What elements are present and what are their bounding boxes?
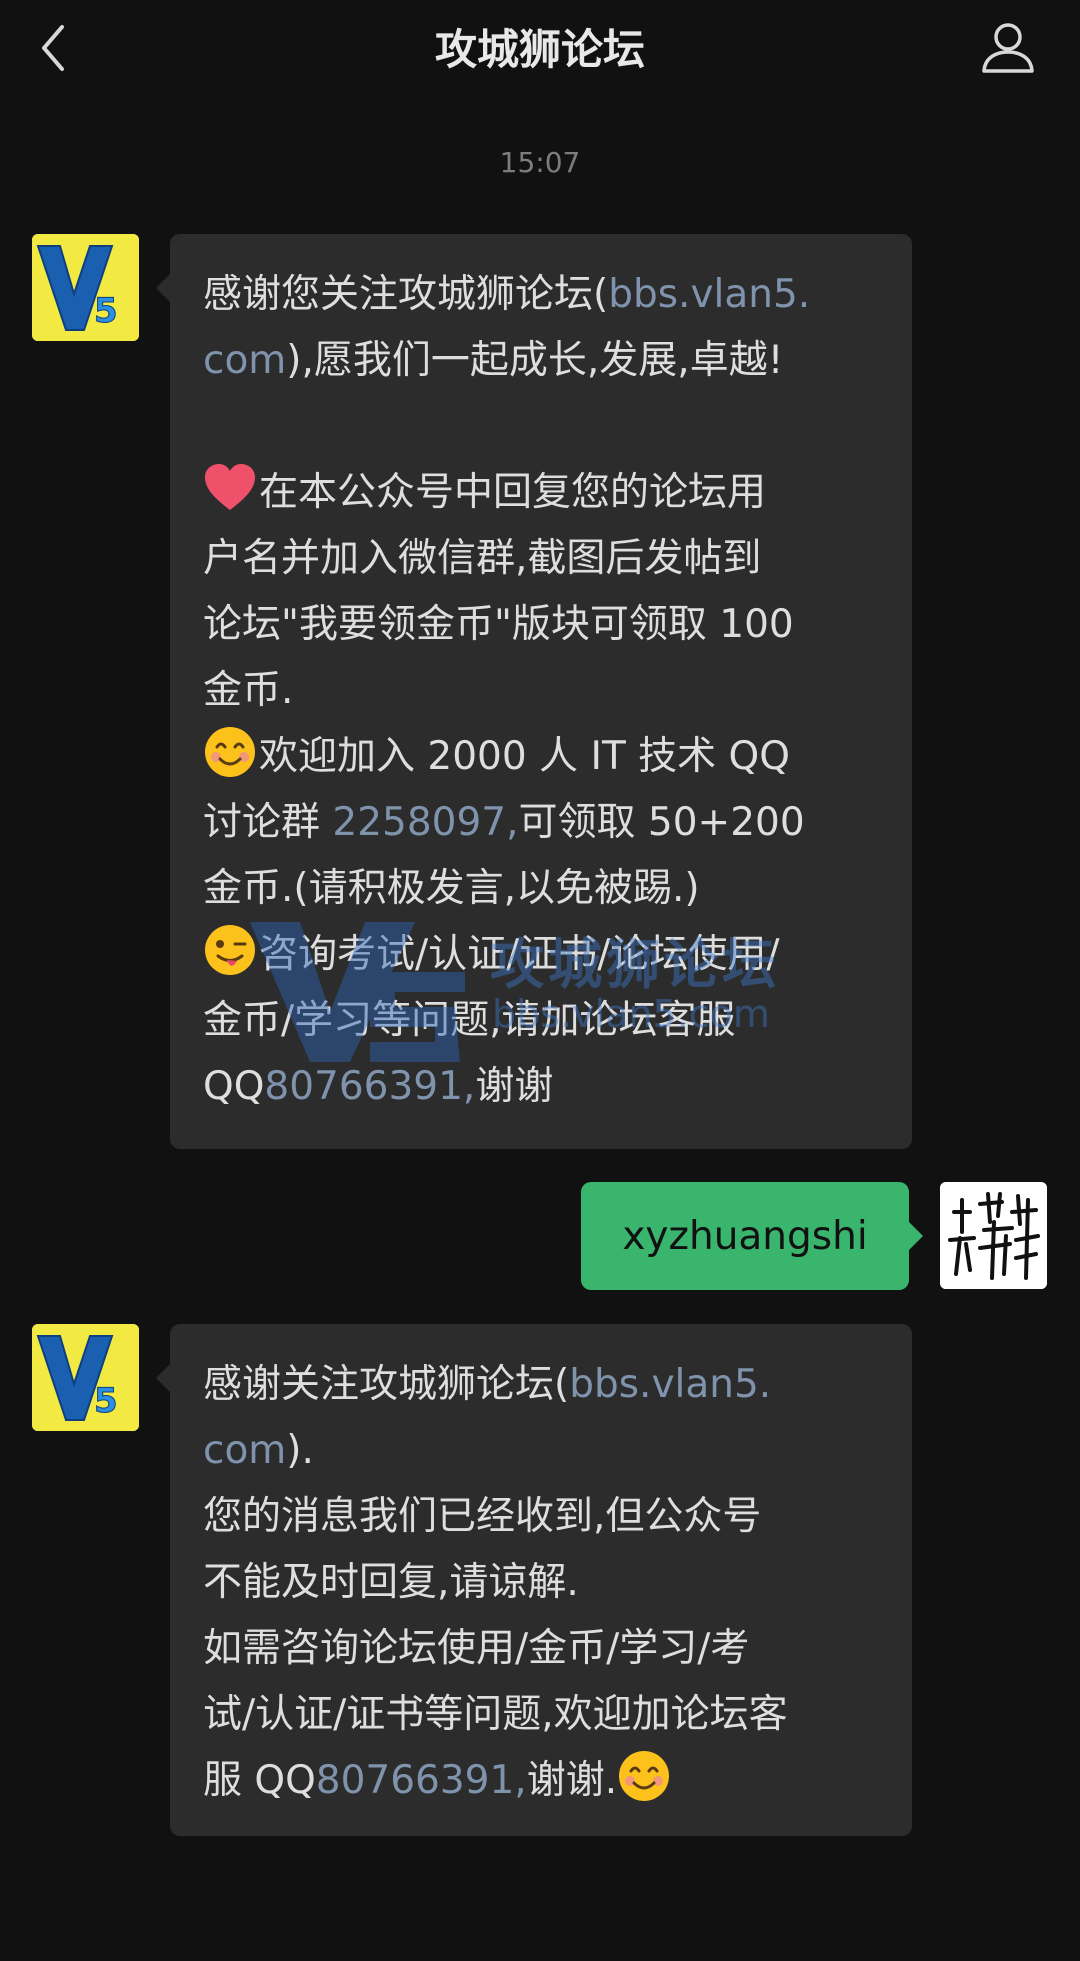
message-line: 感谢您关注攻城狮论坛(bbs.vlan5.: [203, 262, 882, 328]
text-segment: ).: [286, 1428, 314, 1473]
text-segment: QQ: [203, 1064, 265, 1109]
text-segment: 讨论群: [203, 800, 333, 845]
message-line: QQ80766391,谢谢: [203, 1054, 882, 1120]
page-title: 攻城狮论坛: [434, 25, 645, 74]
reply-text: xyzhuangshi: [622, 1213, 868, 1259]
message-line: 如需咨询论坛使用/金币/学习/考: [203, 1626, 750, 1671]
forum-link[interactable]: bbs.vlan5.: [569, 1362, 771, 1407]
wink-emoji-icon: [205, 925, 255, 975]
message-bubble-reply[interactable]: xyzhuangshi: [581, 1182, 923, 1290]
text-segment: 在本公众号中回复您的论坛用: [259, 470, 767, 515]
forum-link[interactable]: bbs.vlan5.: [608, 272, 810, 317]
text-segment: 感谢关注攻城狮论坛(: [203, 1362, 570, 1407]
text-segment: 感谢您关注攻城狮论坛(: [203, 272, 609, 317]
message-line: com),愿我们一起成长,发展,卓越!: [203, 328, 882, 394]
official-account-avatar[interactable]: 5: [32, 1324, 139, 1431]
smile-emoji-icon: [205, 727, 255, 777]
text-segment: 谢谢.: [526, 1758, 618, 1803]
heart-icon: [205, 464, 255, 510]
v5-logo-icon: 5: [32, 234, 139, 341]
message-line: 感谢关注攻城狮论坛(bbs.vlan5.: [203, 1352, 882, 1418]
text-segment: 谢谢: [475, 1064, 554, 1109]
forum-link[interactable]: com: [203, 1428, 286, 1473]
timestamp: 15:07: [499, 146, 581, 179]
message-line: 试/认证/证书等问题,欢迎加论坛客: [203, 1692, 788, 1737]
message-line: 金币.: [203, 668, 294, 713]
text-segment: 欢迎加入 2000 人 IT 技术 QQ: [259, 734, 790, 779]
profile-button[interactable]: [978, 18, 1038, 78]
message-line: 论坛"我要领金币"版块可领取 100: [203, 602, 794, 647]
message-line: 在本公众号中回复您的论坛用: [203, 460, 882, 526]
profile-icon: [982, 23, 1034, 73]
calligraphy-seal-icon: [940, 1182, 1047, 1289]
svg-text:5: 5: [94, 1381, 118, 1421]
svg-text:5: 5: [94, 291, 118, 331]
message-line: 金币/学习等问题,请加论坛客服: [203, 998, 736, 1043]
message-line: 欢迎加入 2000 人 IT 技术 QQ: [203, 724, 882, 790]
message-line: 户名并加入微信群,截图后发帖到: [203, 536, 762, 581]
text-segment: 服 QQ: [203, 1758, 316, 1803]
message-line: 服 QQ80766391,谢谢.: [203, 1748, 882, 1814]
message-bubble-welcome[interactable]: 感谢您关注攻城狮论坛(bbs.vlan5. com),愿我们一起成长,发展,卓越…: [156, 234, 912, 1149]
message-bubble-auto-reply[interactable]: 感谢关注攻城狮论坛(bbs.vlan5. com). 您的消息我们已经收到,但公…: [156, 1324, 912, 1836]
message-line: 您的消息我们已经收到,但公众号: [203, 1494, 762, 1539]
message-line: 咨询考试/认证/证书/论坛使用/: [203, 922, 882, 988]
forum-link[interactable]: com: [203, 338, 286, 383]
user-avatar[interactable]: [940, 1182, 1047, 1289]
qq-number[interactable]: 80766391,: [264, 1064, 475, 1109]
text-segment: 咨询考试/认证/证书/论坛使用/: [259, 932, 780, 977]
qq-group-number[interactable]: 2258097,: [332, 800, 518, 845]
smile-emoji-icon: [619, 1751, 670, 1801]
text-segment: ),愿我们一起成长,发展,卓越!: [286, 338, 784, 383]
text-segment: 可领取 50+200: [518, 800, 805, 845]
official-account-avatar[interactable]: 5: [32, 234, 139, 341]
message-line: 金币.(请积极发言,以免被踢.): [203, 866, 700, 911]
message-line: 不能及时回复,请谅解.: [203, 1560, 579, 1605]
top-bar: 攻城狮论坛: [0, 0, 1080, 100]
message-line: com).: [203, 1418, 882, 1484]
v5-logo-icon: 5: [32, 1324, 139, 1431]
qq-number[interactable]: 80766391,: [316, 1758, 527, 1803]
message-line: 讨论群 2258097,可领取 50+200: [203, 790, 882, 856]
